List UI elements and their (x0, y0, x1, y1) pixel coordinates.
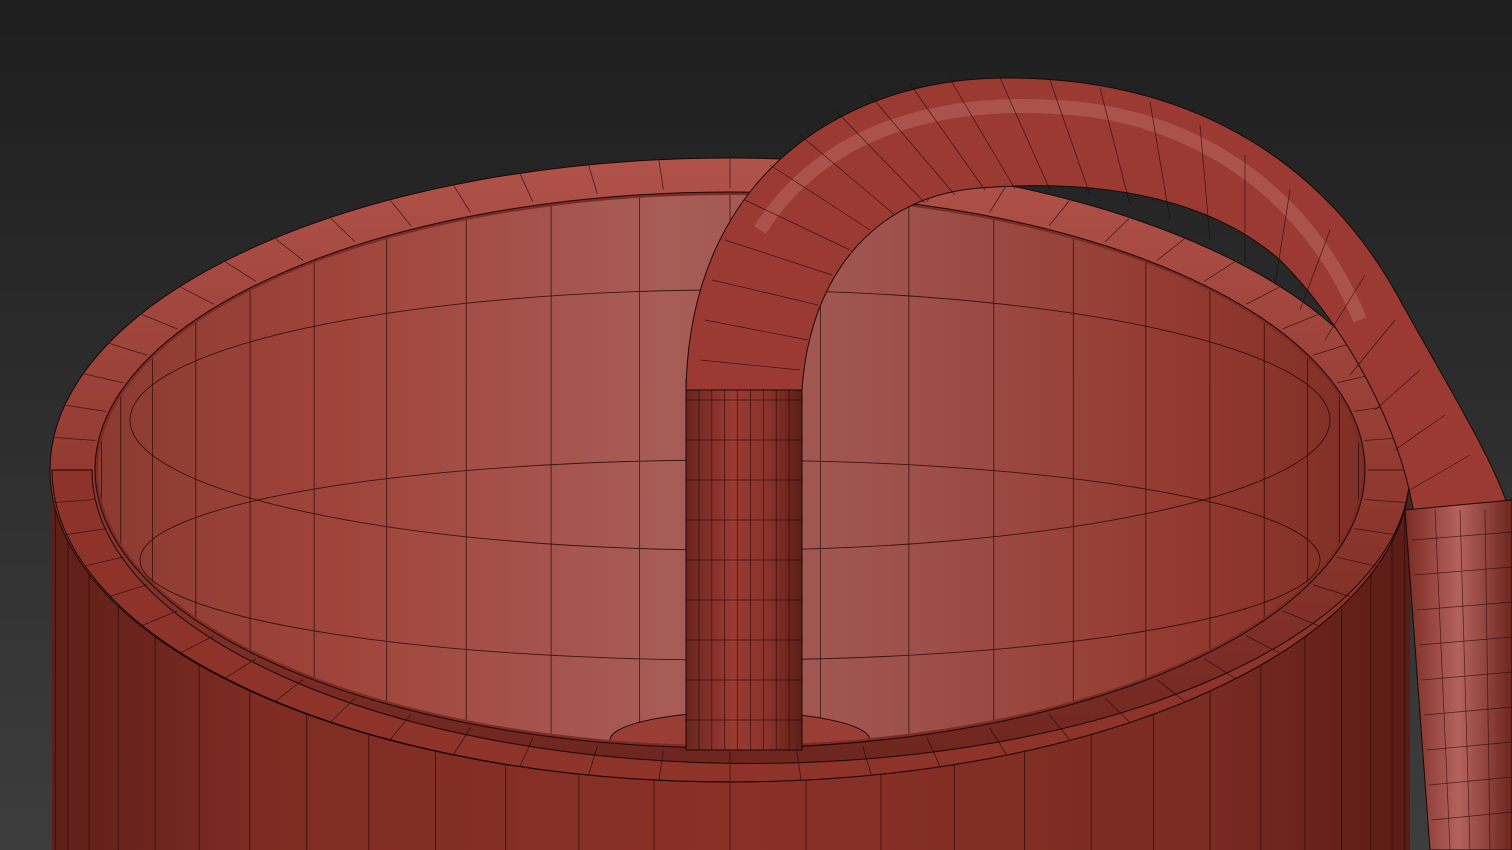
3d-viewport[interactable] (0, 0, 1512, 850)
bent-pipe-vertical (685, 379, 803, 751)
